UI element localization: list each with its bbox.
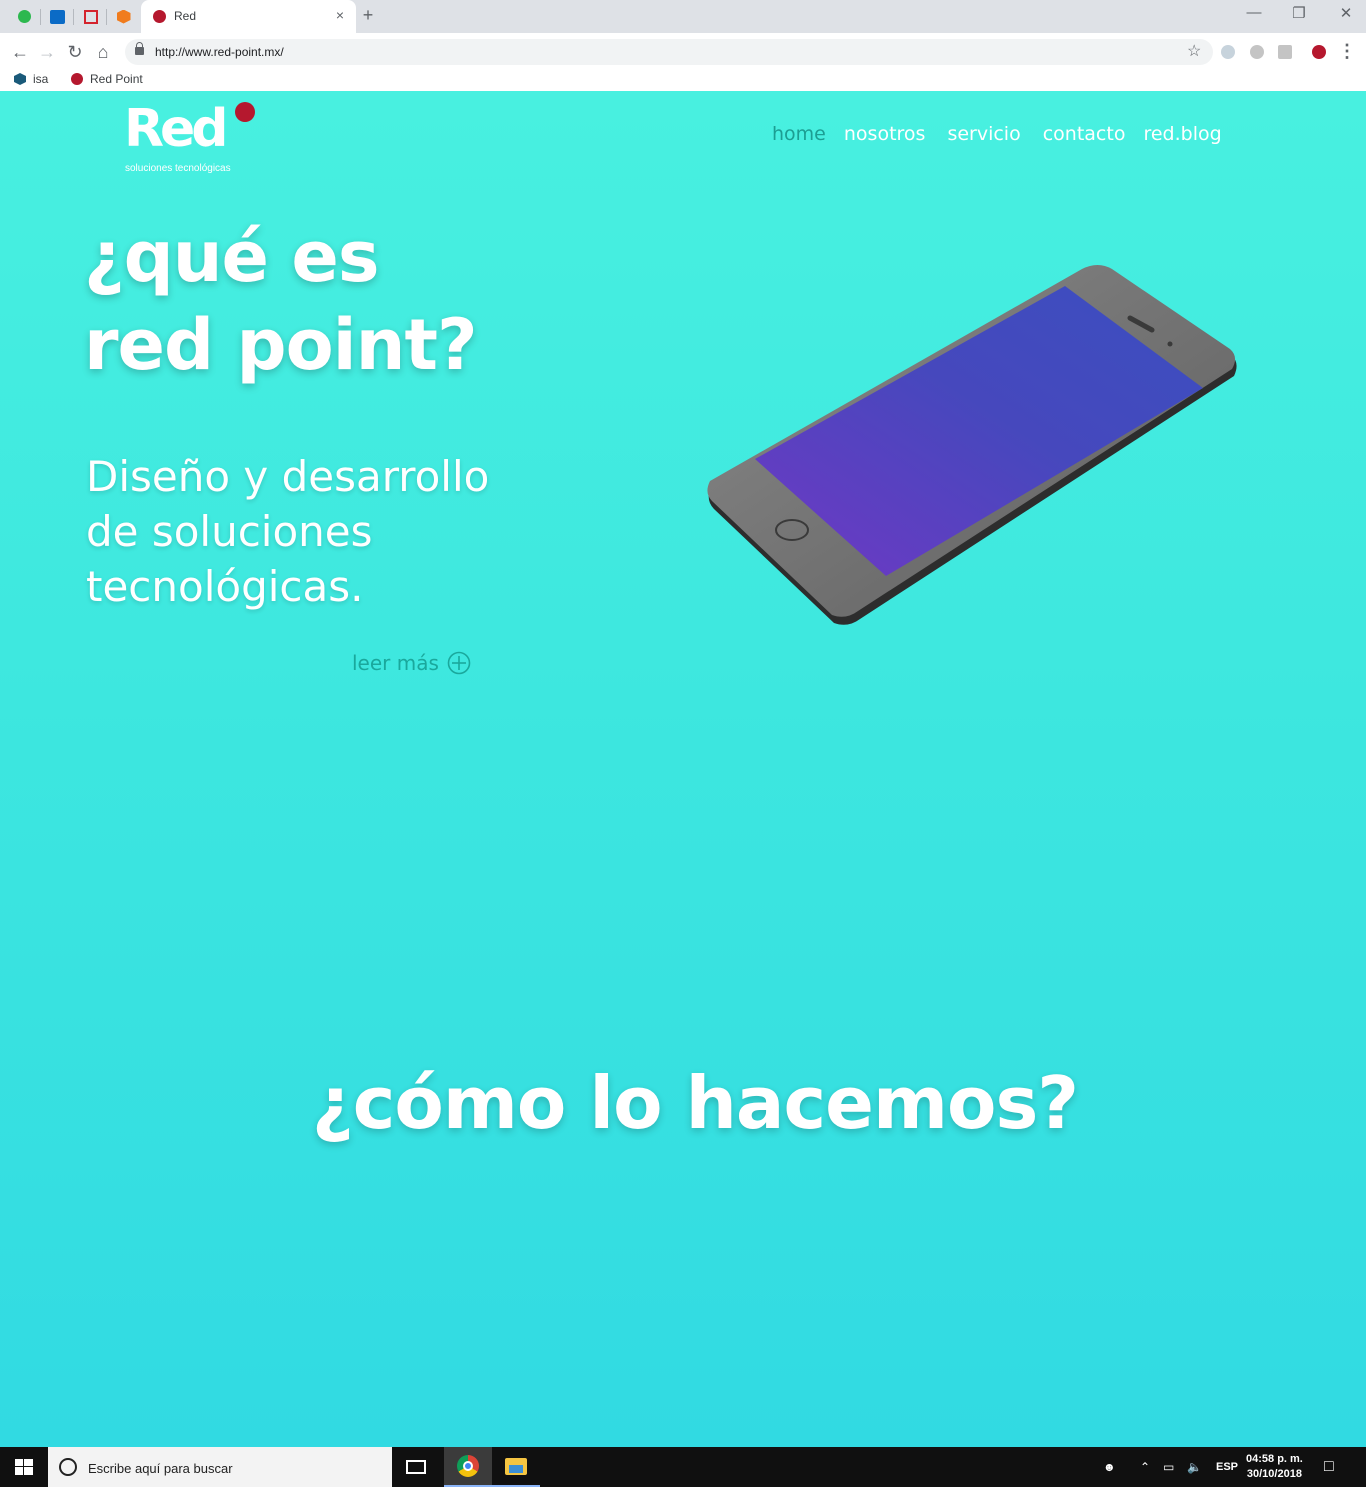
close-window-button[interactable]: ✕ [1331,4,1361,22]
pinned-tab-adobe[interactable] [74,0,107,33]
hero-subtitle-line: Diseño y desarrollo [86,452,490,501]
adobe-icon [83,9,98,24]
outlook-icon [50,9,65,24]
nav-link-contacto[interactable]: contacto [1043,123,1126,145]
bookmark-red-point[interactable]: Red Point [71,72,143,86]
task-view-icon [406,1460,426,1474]
bookmark-label: Red Point [90,72,143,86]
home-button[interactable]: ⌂ [92,42,114,62]
bookmarks-bar: isa Red Point [0,71,1366,91]
red-point-favicon-icon [153,10,166,23]
folder-icon [505,1457,527,1475]
bookmark-isa[interactable]: isa [14,72,48,86]
windows-start-icon[interactable] [15,1459,33,1475]
hero-subtitle: Diseño y desarrollo de soluciones tecnol… [86,449,646,614]
address-bar[interactable]: http://www.red-point.mx/ ☆ [125,39,1213,65]
language-indicator[interactable]: ESP [1216,1447,1238,1487]
browser-toolbar: ← → ↻ ⌂ http://www.red-point.mx/ ☆ ⋮ [0,33,1366,71]
smartphone-illustration [707,265,1237,625]
hexagon-icon [14,73,26,85]
pinned-tab-green[interactable] [8,0,41,33]
nav-link-servicio[interactable]: servicio [947,123,1020,145]
hero-title: ¿qué es red point? [84,213,644,389]
bookmark-label: isa [33,72,49,86]
read-more-link[interactable]: leer más [352,651,471,675]
forward-button[interactable]: → [36,42,58,62]
system-clock[interactable]: 04:58 p. m. 30/10/2018 [1246,1452,1303,1482]
red-dot-icon [71,73,83,85]
taskbar-search[interactable]: Escribe aquí para buscar [48,1447,392,1487]
back-button[interactable]: ← [9,42,31,62]
gray-extension-icon[interactable] [1250,45,1264,59]
active-tab[interactable]: Red × [141,0,356,33]
pinned-tab-box[interactable] [107,0,140,33]
network-icon[interactable]: ▭ [1163,1447,1174,1487]
plus-circle-icon [447,651,471,675]
lock-icon [135,42,144,55]
logo-red-dot-icon [235,102,255,122]
windows-taskbar: Escribe aquí para buscar ☻ ⌃ ▭ 🔈 ESP 04:… [0,1447,1366,1487]
logo-tagline: soluciones tecnológicas [125,163,231,174]
taskbar-chrome[interactable] [444,1447,492,1487]
site-logo[interactable]: Red soluciones tecnológicas [124,99,264,179]
close-tab-button[interactable]: × [332,7,348,23]
dropbox-extension-icon[interactable] [1221,45,1235,59]
chrome-icon [457,1455,479,1477]
bookmark-star-icon[interactable]: ☆ [1187,41,1201,61]
hero-title-line: ¿qué es [84,216,380,298]
read-more-label: leer más [352,651,439,675]
logo-wordmark: Red [124,99,229,159]
orange-cube-icon [116,9,131,24]
people-icon[interactable]: ☻ [1103,1447,1116,1487]
hero-subtitle-line: tecnológicas. [86,562,364,611]
red-extension-icon[interactable] [1312,45,1326,59]
search-placeholder: Escribe aquí para buscar [88,1461,233,1476]
main-nav: home nosotros servicio contacto red.blog [772,123,1240,145]
cortana-icon [59,1458,77,1476]
pinned-tab-outlook[interactable] [41,0,74,33]
tab-title: Red [174,9,197,23]
minimize-button[interactable]: — [1239,4,1269,21]
new-tab-button[interactable]: + [359,5,377,26]
page-content: Red soluciones tecnológicas home nosotro… [0,91,1366,1447]
nav-link-home[interactable]: home [772,123,826,145]
browser-tab-bar: Red × + — ❐ ✕ [0,0,1366,33]
hero-subtitle-line: de soluciones [86,507,373,556]
clock-date: 30/10/2018 [1246,1468,1302,1480]
action-center-icon[interactable]: □ [1324,1447,1334,1487]
green-dot-icon [18,10,31,23]
nav-link-nosotros[interactable]: nosotros [844,123,926,145]
restore-button[interactable]: ❐ [1284,4,1314,22]
section-title: ¿cómo lo hacemos? [311,1061,1079,1145]
nav-link-red-blog[interactable]: red.blog [1143,123,1221,145]
taskbar-file-explorer[interactable] [492,1447,540,1487]
show-hidden-icons-icon[interactable]: ⌃ [1140,1447,1150,1487]
bag-extension-icon[interactable] [1278,45,1292,59]
volume-icon[interactable]: 🔈 [1187,1447,1202,1487]
hero-title-line: red point? [84,304,478,386]
clock-time: 04:58 p. m. [1246,1453,1303,1465]
reload-button[interactable]: ↻ [64,42,86,62]
task-view-button[interactable] [392,1447,440,1487]
url-text[interactable]: http://www.red-point.mx/ [155,45,284,59]
browser-menu-icon[interactable]: ⋮ [1338,41,1356,62]
